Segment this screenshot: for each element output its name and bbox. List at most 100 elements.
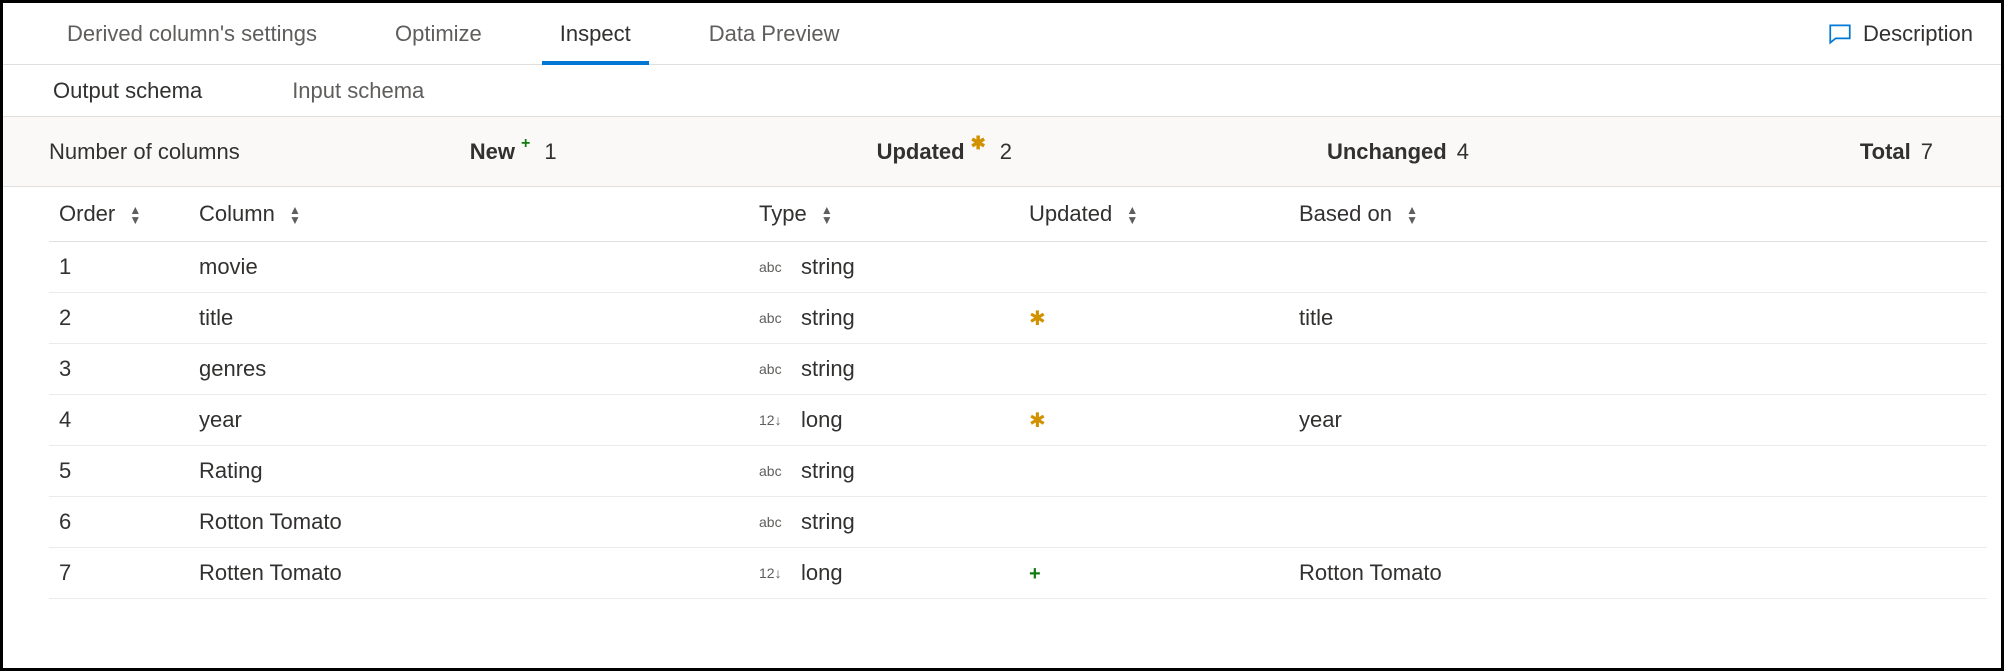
sort-icon: ▲▼: [1406, 205, 1418, 225]
subtab-input-schema[interactable]: Input schema: [282, 78, 434, 104]
numeric-type-icon: 12↓: [759, 412, 787, 428]
cell-order: 1: [49, 242, 189, 293]
cell-type-value: string: [801, 305, 855, 331]
string-type-icon: abc: [759, 514, 787, 530]
inspect-panel: Derived column's settings Optimize Inspe…: [0, 0, 2004, 671]
col-header-basedon[interactable]: Based on ▲▼: [1289, 187, 1987, 242]
summary-new-value: 1: [544, 139, 556, 165]
cell-type: 12↓ long: [749, 395, 1019, 446]
sort-icon: ▲▼: [289, 205, 301, 225]
cell-updated: [1019, 497, 1289, 548]
cell-basedon: [1289, 497, 1987, 548]
tab-derived-settings[interactable]: Derived column's settings: [43, 3, 341, 64]
cell-basedon: [1289, 446, 1987, 497]
col-header-updated[interactable]: Updated ▲▼: [1019, 187, 1289, 242]
cell-type-value: string: [801, 356, 855, 382]
cell-column: Rotten Tomato: [189, 548, 749, 599]
cell-column: title: [189, 293, 749, 344]
cell-order: 2: [49, 293, 189, 344]
cell-updated: ✱: [1019, 293, 1289, 344]
table-row[interactable]: 6Rotton Tomato abc string: [49, 497, 1987, 548]
cell-basedon: Rotton Tomato: [1289, 548, 1987, 599]
top-tabbar: Derived column's settings Optimize Inspe…: [3, 3, 2001, 65]
col-header-basedon-label: Based on: [1299, 201, 1392, 226]
cell-column: year: [189, 395, 749, 446]
table-row[interactable]: 3genres abc string: [49, 344, 1987, 395]
cell-type-value: string: [801, 509, 855, 535]
table-row[interactable]: 7Rotten Tomato 12↓ long + Rotton Tomato: [49, 548, 1987, 599]
string-type-icon: abc: [759, 259, 787, 275]
cell-type: abc string: [749, 497, 1019, 548]
cell-basedon: [1289, 242, 1987, 293]
cell-type: 12↓ long: [749, 548, 1019, 599]
col-header-column[interactable]: Column ▲▼: [189, 187, 749, 242]
cell-order: 7: [49, 548, 189, 599]
cell-type: abc string: [749, 344, 1019, 395]
updated-star-icon: ✱: [1029, 410, 1046, 432]
string-type-icon: abc: [759, 361, 787, 377]
summary-updated-value: 2: [1000, 139, 1012, 165]
cell-basedon: title: [1289, 293, 1987, 344]
col-header-order[interactable]: Order ▲▼: [49, 187, 189, 242]
cell-type-value: long: [801, 407, 843, 433]
summary-new-label: New: [470, 139, 515, 165]
cell-basedon: year: [1289, 395, 1987, 446]
summary-bar: Number of columns New + 1 Updated ✱ 2 Un…: [3, 117, 2001, 187]
schema-subtabs: Output schema Input schema: [3, 65, 2001, 117]
tab-optimize[interactable]: Optimize: [371, 3, 506, 64]
table-row[interactable]: 4year12↓long✱year: [49, 395, 1987, 446]
cell-updated: [1019, 344, 1289, 395]
cell-type: abc string: [749, 293, 1019, 344]
cell-column: genres: [189, 344, 749, 395]
summary-unchanged-label: Unchanged: [1327, 139, 1447, 165]
summary-total-value: 7: [1921, 139, 1933, 165]
summary-total-label: Total: [1860, 139, 1911, 165]
cell-column: movie: [189, 242, 749, 293]
cell-basedon: [1289, 344, 1987, 395]
summary-unchanged-value: 4: [1457, 139, 1469, 165]
cell-updated: +: [1019, 548, 1289, 599]
numeric-type-icon: 12↓: [759, 565, 787, 581]
col-header-updated-label: Updated: [1029, 201, 1112, 226]
comment-icon: [1827, 21, 1853, 47]
cell-order: 6: [49, 497, 189, 548]
summary-numcols-label: Number of columns: [49, 139, 240, 165]
description-label: Description: [1863, 21, 1973, 47]
cell-type-value: long: [801, 560, 843, 586]
updated-star-icon: ✱: [1029, 308, 1046, 330]
cell-updated: [1019, 446, 1289, 497]
subtab-output-schema[interactable]: Output schema: [43, 78, 212, 104]
tab-data-preview[interactable]: Data Preview: [685, 3, 864, 64]
cell-order: 5: [49, 446, 189, 497]
plus-icon: +: [521, 135, 530, 153]
description-button[interactable]: Description: [1827, 21, 1983, 47]
sort-icon: ▲▼: [1126, 205, 1138, 225]
schema-table: Order ▲▼ Column ▲▼ Type ▲▼ Updated ▲▼: [49, 187, 1987, 599]
col-header-type-label: Type: [759, 201, 807, 226]
sort-icon: ▲▼: [129, 205, 141, 225]
sort-icon: ▲▼: [821, 205, 833, 225]
cell-updated: [1019, 242, 1289, 293]
cell-order: 3: [49, 344, 189, 395]
cell-order: 4: [49, 395, 189, 446]
cell-column: Rating: [189, 446, 749, 497]
cell-type: abc string: [749, 446, 1019, 497]
string-type-icon: abc: [759, 310, 787, 326]
cell-updated: ✱: [1019, 395, 1289, 446]
col-header-column-label: Column: [199, 201, 275, 226]
table-header-row: Order ▲▼ Column ▲▼ Type ▲▼ Updated ▲▼: [49, 187, 1987, 242]
string-type-icon: abc: [759, 463, 787, 479]
col-header-order-label: Order: [59, 201, 115, 226]
cell-column: Rotton Tomato: [189, 497, 749, 548]
table-row[interactable]: 2titleabcstring✱title: [49, 293, 1987, 344]
schema-table-wrapper[interactable]: Order ▲▼ Column ▲▼ Type ▲▼ Updated ▲▼: [3, 187, 2001, 668]
cell-type: abcstring: [749, 242, 1019, 293]
table-row[interactable]: 1movieabcstring: [49, 242, 1987, 293]
new-plus-icon: +: [1029, 563, 1041, 585]
col-header-type[interactable]: Type ▲▼: [749, 187, 1019, 242]
cell-type-value: string: [801, 458, 855, 484]
tab-inspect[interactable]: Inspect: [536, 3, 655, 64]
summary-updated-label: Updated: [877, 139, 965, 165]
star-icon: ✱: [971, 133, 986, 154]
table-row[interactable]: 5Rating abc string: [49, 446, 1987, 497]
